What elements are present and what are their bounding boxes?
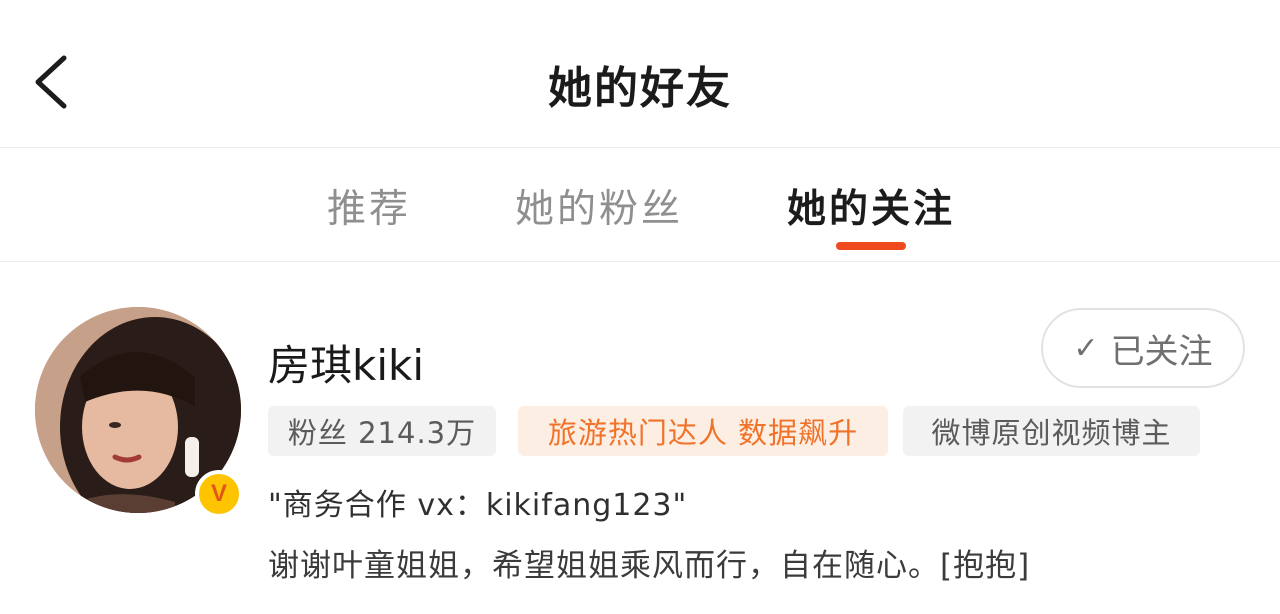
video-blogger-tag: 微博原创视频博主	[903, 406, 1200, 456]
top-nav-bar: 她的好友	[0, 0, 1280, 148]
verified-badge-icon: V	[195, 470, 243, 518]
tab-recommend[interactable]: 推荐	[327, 178, 411, 234]
bio-text: 谢谢叶童姐姐，希望姐姐乘风而行，自在随心。[抱抱]	[268, 548, 1031, 584]
business-contact-text: "商务合作 vx：kikifang123"	[268, 488, 688, 523]
travel-expert-tag[interactable]: 旅游热门达人 数据飙升	[518, 406, 888, 456]
tab-her-following[interactable]: 她的关注	[787, 178, 955, 234]
checkmark-icon: ✓	[1073, 330, 1099, 366]
username[interactable]: 房琪kiki	[268, 332, 424, 393]
page-title: 她的好友	[548, 63, 732, 114]
tab-bar: 推荐 她的粉丝 她的关注	[0, 148, 1280, 262]
active-tab-indicator	[836, 242, 906, 250]
following-button-label: 已关注	[1110, 331, 1213, 372]
fans-count-tag: 粉丝 214.3万	[268, 406, 496, 456]
tab-her-fans[interactable]: 她的粉丝	[515, 178, 683, 234]
list-item[interactable]: V 房琪kiki ✓ 已关注 粉丝 214.3万 旅游热门达人 数据飙升 微博原…	[0, 262, 1280, 614]
following-button[interactable]: ✓ 已关注	[1041, 308, 1245, 388]
